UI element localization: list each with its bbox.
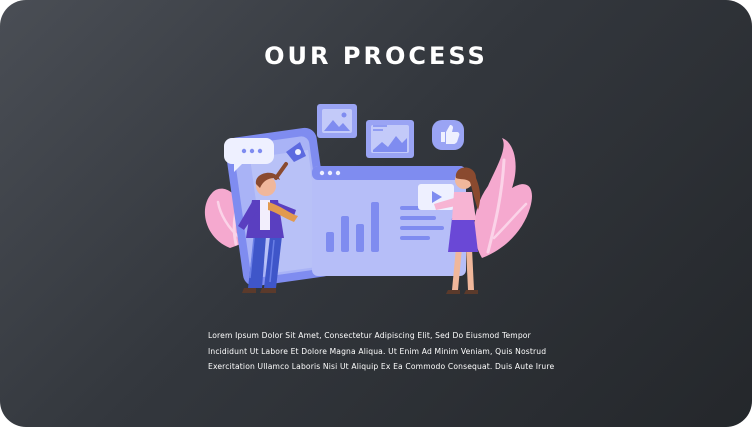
thumbs-up-icon [432,120,464,150]
section-description: Lorem Ipsum Dolor Sit Amet, Consectetur … [208,328,568,375]
section-title: OUR PROCESS [264,42,488,70]
browser-window [312,166,466,276]
description-line: Exercitation Ullamco Laboris Nisi Ut Ali… [208,362,555,371]
process-illustration [204,104,532,294]
process-card: OUR PROCESS Lorem Ipsum Dolor Sit Amet, … [0,0,752,427]
foliage-right [474,138,532,258]
image-icon [317,104,357,138]
description-line: Lorem Ipsum Dolor Sit Amet, Consectetur … [208,331,531,340]
description-line: Incididunt Ut Labore Et Dolore Magna Ali… [208,346,547,356]
line-chart-icon [366,120,414,158]
